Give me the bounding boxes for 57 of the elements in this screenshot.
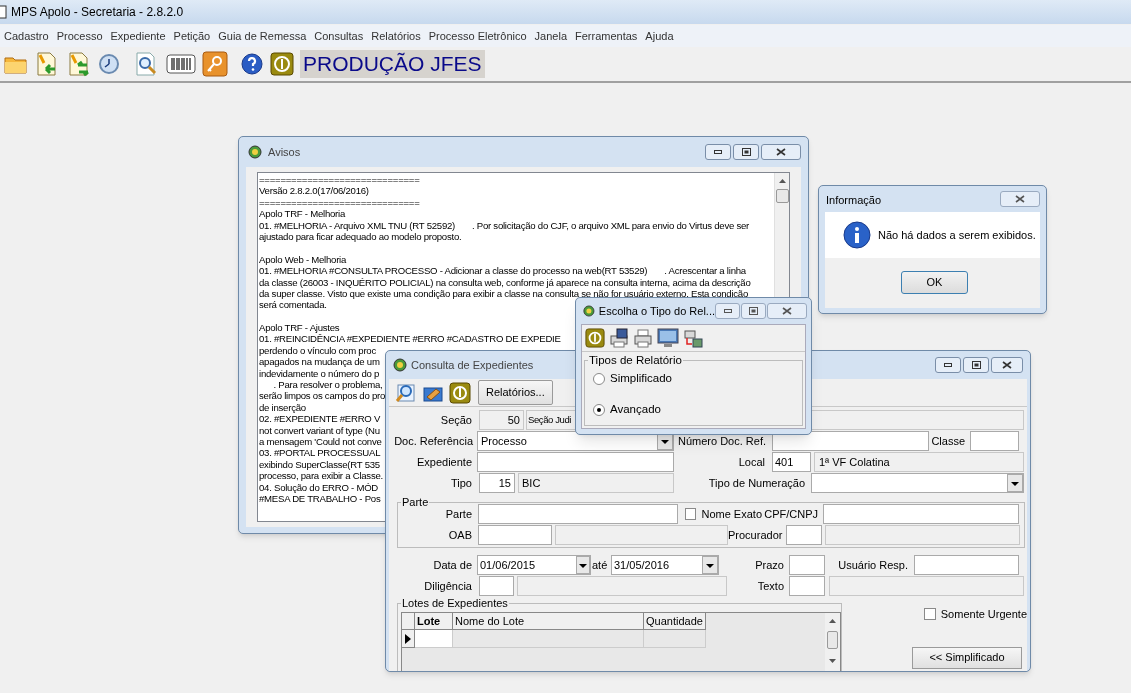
field-label: até [591,557,609,573]
field-label: OAB [447,527,473,543]
field-label: Número Doc. Ref. [676,433,767,449]
field-label: Diligência [423,578,473,594]
field-label: Expediente [415,454,473,470]
window-title: Avisos [268,144,301,160]
field-label: Data de [432,557,473,573]
field-label: Prazo [754,557,785,573]
field-label: Usuário Resp. [837,557,909,573]
notice-text-line: será comentada. [259,299,327,311]
notice-text-line: indevidamente o número do p [259,367,380,379]
notice-text-line: 04. Solução do ERRO - MÓD [259,481,379,493]
field-label: Tipo de Numeração [707,475,806,491]
field-label: Texto [756,578,785,594]
name-field: 1ª VF Colatina [814,452,1024,472]
notice-text-line: ajustado para ficar adequado ao modelo proposto. [259,230,462,242]
notice-text-line: perdendo o vínculo com proc [259,344,376,356]
field-label: Parte [444,506,473,522]
field-label: Seção [439,412,473,428]
field-label: CPF/CNPJ [763,506,819,522]
environment-label: PRODUÇÃO JFES [300,50,485,78]
field-label: Procurador [728,527,782,543]
notice-text-line: Apolo TRF - Ajustes [259,322,340,334]
group-label: Lotes de Expedientes [401,596,509,610]
field-label: Local [737,454,766,470]
notice-text-line: exibindo SuperClasse(RT 535 [259,458,380,470]
notice-text-line: ============================== [259,174,420,185]
notice-text-line: Apolo TRF - Melhoria [259,208,345,220]
field-label: Tipo [450,475,473,491]
notice-text-line: 01. #MELHORIA - Arquivo XML TNU (RT 52592) . Por solicitação do CJF, o arquivo XML para envio do Virtus deve ser [259,219,750,231]
notice-text-line: #MESA DE TRABALHO - Pos [259,492,381,504]
notice-text-line: 02. #EXPEDIENTE #ERRO V [259,413,381,425]
field-label: Classe [930,433,966,449]
notice-text-line: ============================== [259,196,420,208]
notice-text-line: processo, para exibir a Classe. [259,470,383,482]
notice-text-line: da super classe. Visto que existe uma condição para exibir a classe na consulta se não for usuário externo. Esta condição [259,287,748,299]
notice-text-line: apagados na mudança de um [259,356,380,368]
notice-text-line: da classe (26003 - INQUÉRITO POLICIAL) na consulta web, conforme já aparece na consulta interna, acima da descrição [259,276,751,288]
notice-text-line: 01. #MELHORIA #CONSULTA PROCESSO - Adicionar a classe do processo na web(RT 53529) . Acrescentar a linha [259,265,746,277]
notice-text-line: de inserção [259,401,306,413]
notice-text-line: 03. #PORTAL PROCESSUAL [259,447,381,459]
dialog-message: Não há dados a serem exibidos. [878,227,1036,243]
group-label: Tipos de Relatório [588,353,683,367]
group-label: Parte [401,495,430,509]
notice-text-line: Apolo Web - Melhoria [259,253,347,265]
notice-text-line: 01. #REINCIDÊNCIA #EXPEDIENTE #ERRO #CADASTRO DE EXPEDIE [259,333,561,345]
notice-text-line: Versão 2.8.2.0(17/06/2016) [259,185,369,197]
name-field: BIC [518,473,674,493]
notice-text-line: . Para resolver o problema, [272,379,383,391]
notice-text-line: a mensagem 'Could not conve [259,436,382,447]
field-label: Doc. Referência [393,433,474,449]
notice-text-line: not convert variant of type (Nu [259,424,380,436]
dialog-title: Informação [826,193,882,209]
window-title: MPS Apolo - Secretaria - 2.8.2.0 [11,4,184,21]
window-title: Consulta de Expedientes [411,357,534,373]
window-title: Escolha o Tipo do Rel... [598,303,715,319]
notice-text-line: serão limpos os campos do pro [259,390,386,402]
